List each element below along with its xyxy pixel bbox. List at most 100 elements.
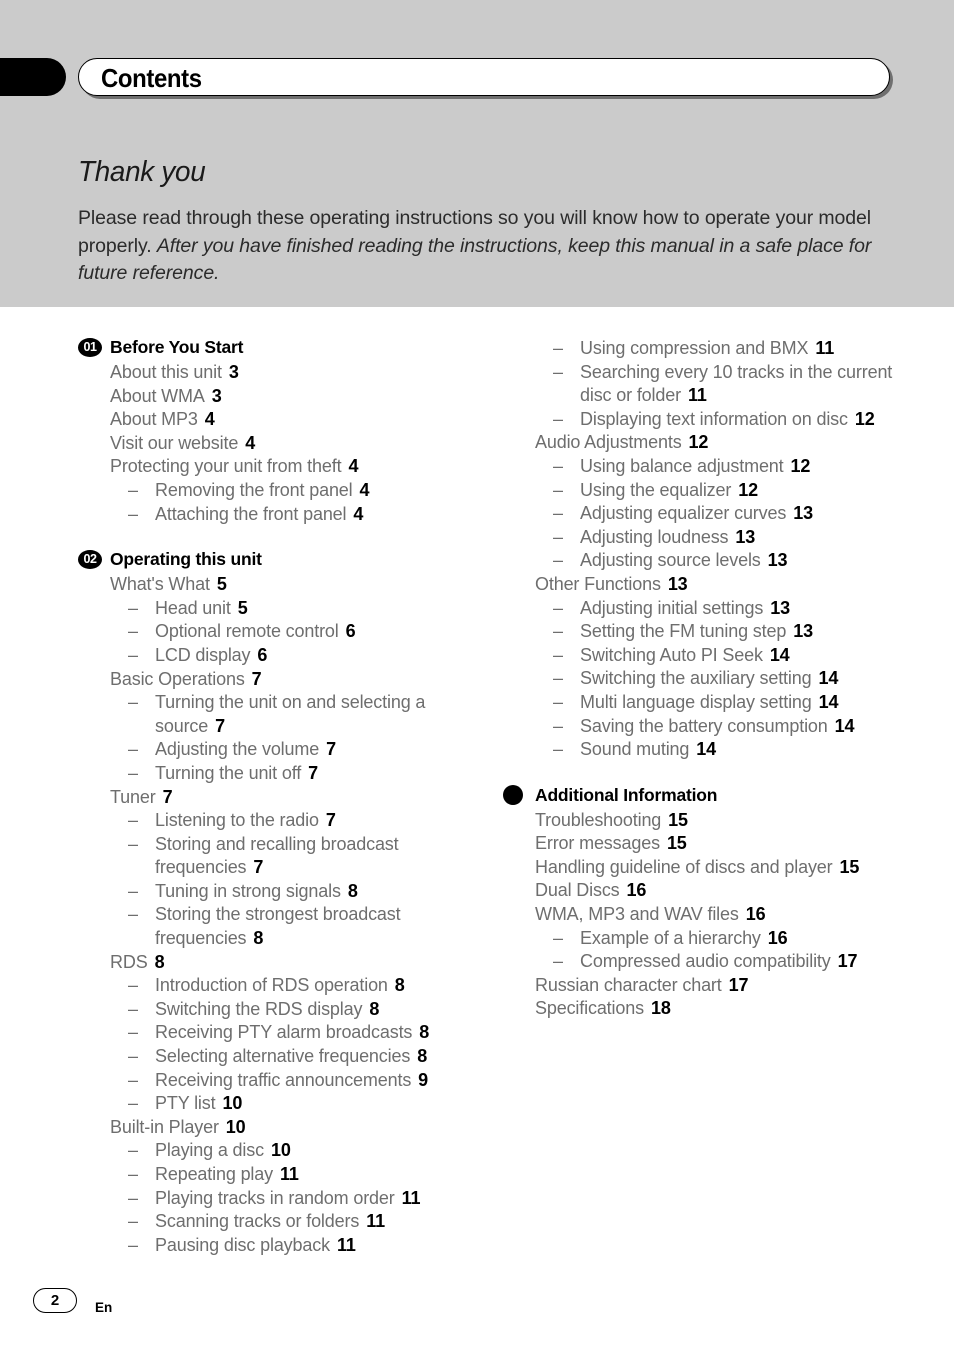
toc-entry[interactable]: Built-in Player 10 bbox=[78, 1116, 478, 1140]
toc-entry[interactable]: Audio Adjustments 12 bbox=[503, 431, 903, 455]
toc-entry-page: 13 bbox=[767, 550, 788, 571]
toc-entry-page: 6 bbox=[257, 644, 268, 665]
toc-entry-label: Tuner bbox=[110, 786, 156, 807]
toc-entry-page: 13 bbox=[793, 503, 813, 524]
toc-entry[interactable]: – Playing a disc 10 bbox=[78, 1139, 478, 1163]
toc-entry-page: 4 bbox=[204, 409, 215, 430]
toc-entry[interactable]: About WMA 3 bbox=[78, 385, 478, 409]
toc-entry[interactable]: WMA, MP3 and WAV files 16 bbox=[503, 903, 903, 927]
toc-entry[interactable]: – Using balance adjustment 12 bbox=[503, 455, 903, 479]
toc-entry[interactable]: Russian character chart 17 bbox=[503, 974, 903, 998]
toc-entry[interactable]: – Switching the RDS display 8 bbox=[78, 998, 478, 1022]
toc-entry[interactable]: About this unit 3 bbox=[78, 361, 478, 385]
toc-entry-page: 13 bbox=[735, 526, 756, 547]
toc-entry[interactable]: – Adjusting equalizer curves 13 bbox=[503, 502, 903, 526]
toc-entry-label: Compressed audio compatibility bbox=[580, 951, 831, 972]
toc-entry[interactable]: RDS 8 bbox=[78, 951, 478, 975]
toc-entry[interactable]: – PTY list 10 bbox=[78, 1092, 478, 1116]
section-number-badge: 02 bbox=[78, 550, 102, 570]
toc-entry[interactable]: – Storing and recalling broadcast frequen… bbox=[78, 833, 478, 880]
toc-entry[interactable]: – Receiving traffic announcements 9 bbox=[78, 1069, 478, 1093]
toc-entry-label: Dual Discs bbox=[535, 880, 620, 901]
section-number-badge: 01 bbox=[78, 338, 102, 357]
toc-entry[interactable]: Visit our website 4 bbox=[78, 432, 478, 456]
toc-entry[interactable]: Tuner 7 bbox=[78, 786, 478, 810]
toc-entry-page: 8 bbox=[419, 1022, 430, 1043]
toc-entry-list: Troubleshooting 15 Error messages 15 Handlin… bbox=[503, 809, 903, 1021]
toc-entry[interactable]: – Listening to the radio 7 bbox=[78, 809, 478, 833]
toc-entry[interactable]: – Attaching the front panel 4 bbox=[78, 503, 478, 527]
toc-entry-label: Storing and recalling broadcast frequenc… bbox=[155, 833, 399, 878]
toc-entry-label: Playing a disc bbox=[155, 1140, 264, 1161]
entry-dash-icon: – bbox=[553, 644, 563, 665]
toc-entry[interactable]: – Using the equalizer 12 bbox=[503, 479, 903, 503]
toc-section-title: Additional Information bbox=[535, 784, 718, 805]
toc-entry-page: 14 bbox=[818, 691, 839, 712]
toc-entry-page: 7 bbox=[308, 762, 318, 783]
toc-entry[interactable]: Other Functions 13 bbox=[503, 573, 903, 597]
toc-entry[interactable]: Error messages 15 bbox=[503, 832, 903, 856]
toc-entry-page: 16 bbox=[767, 927, 788, 948]
toc-entry-label: Audio Adjustments bbox=[535, 432, 682, 453]
page-title: Contents bbox=[101, 63, 202, 93]
toc-entry-page: 8 bbox=[417, 1046, 428, 1067]
toc-entry[interactable]: – Introduction of RDS operation 8 bbox=[78, 974, 478, 998]
toc-entry[interactable]: – Setting the FM tuning step 13 bbox=[503, 620, 903, 644]
left-column: 01 Before You Start About this unit 3 About … bbox=[78, 336, 478, 1257]
toc-entry[interactable]: – Searching every 10 tracks in the curren… bbox=[503, 361, 903, 408]
toc-entry-page: 16 bbox=[626, 880, 647, 901]
toc-entry[interactable]: – Example of a hierarchy 16 bbox=[503, 927, 903, 951]
toc-entry-label: Turning the unit on and selecting a sour… bbox=[155, 692, 426, 736]
toc-entry[interactable]: – Adjusting loudness 13 bbox=[503, 526, 903, 550]
toc-entry[interactable]: – Multi language display setting 14 bbox=[503, 691, 903, 715]
toc-entry-page: 13 bbox=[770, 597, 790, 618]
toc-entry-list: What's What 5– Head unit 5– Optional remote … bbox=[78, 573, 478, 1257]
toc-entry[interactable]: – Sound muting 14 bbox=[503, 738, 903, 762]
toc-entry[interactable]: – Adjusting the volume 7 bbox=[78, 738, 478, 762]
toc-entry[interactable]: – Displaying text information on disc 12 bbox=[503, 408, 903, 432]
entry-dash-icon: – bbox=[128, 1140, 138, 1161]
toc-entry[interactable]: Handling guideline of discs and player 15 bbox=[503, 856, 903, 880]
toc-entry[interactable]: – Head unit 5 bbox=[78, 597, 478, 621]
toc-entry[interactable]: – Playing tracks in random order 11 bbox=[78, 1187, 478, 1211]
toc-entry[interactable]: – Switching the auxiliary setting 14 bbox=[503, 667, 903, 691]
toc-entry[interactable]: Specifications 18 bbox=[503, 997, 903, 1021]
toc-entry-page: 15 bbox=[839, 856, 860, 877]
toc-entry[interactable]: – Turning the unit on and selecting a sou… bbox=[78, 691, 478, 738]
entry-dash-icon: – bbox=[128, 1046, 138, 1067]
toc-entry[interactable]: Troubleshooting 15 bbox=[503, 809, 903, 833]
toc-entry[interactable]: – LCD display 6 bbox=[78, 644, 478, 668]
toc-entry-page: 3 bbox=[211, 385, 222, 406]
toc-entry-page: 7 bbox=[162, 786, 173, 807]
toc-entry[interactable]: – Receiving PTY alarm broadcasts 8 bbox=[78, 1021, 478, 1045]
entry-dash-icon: – bbox=[128, 692, 138, 713]
toc-entry[interactable]: – Selecting alternative frequencies 8 bbox=[78, 1045, 478, 1069]
toc-entry-label: Protecting your unit from theft bbox=[110, 456, 342, 477]
toc-entry[interactable]: – Repeating play 11 bbox=[78, 1163, 478, 1187]
toc-entry[interactable]: – Tuning in strong signals 8 bbox=[78, 880, 478, 904]
entry-dash-icon: – bbox=[553, 503, 563, 524]
toc-entry[interactable]: – Optional remote control 6 bbox=[78, 620, 478, 644]
toc-entry[interactable]: What's What 5 bbox=[78, 573, 478, 597]
toc-entry[interactable]: – Saving the battery consumption 14 bbox=[503, 715, 903, 739]
toc-entry[interactable]: – Switching Auto PI Seek 14 bbox=[503, 644, 903, 668]
toc-entry[interactable]: – Storing the strongest broadcast frequen… bbox=[78, 903, 478, 950]
toc-entry[interactable]: – Using compression and BMX 11 bbox=[503, 337, 903, 361]
toc-entry-page: 14 bbox=[696, 739, 717, 760]
toc-entry[interactable]: – Turning the unit off 7 bbox=[78, 762, 478, 786]
toc-entry-label: WMA, MP3 and WAV files bbox=[535, 904, 739, 925]
toc-entry[interactable]: – Pausing disc playback 11 bbox=[78, 1234, 478, 1258]
section-bullet-icon bbox=[503, 784, 523, 805]
toc-entry[interactable]: – Scanning tracks or folders 11 bbox=[78, 1210, 478, 1234]
toc-entry-list: – Using compression and BMX 11– Searching e… bbox=[503, 337, 903, 762]
toc-entry[interactable]: About MP3 4 bbox=[78, 408, 478, 432]
toc-entry[interactable]: Dual Discs 16 bbox=[503, 879, 903, 903]
toc-entry[interactable]: – Compressed audio compatibility 17 bbox=[503, 950, 903, 974]
toc-entry[interactable]: – Adjusting initial settings 13 bbox=[503, 597, 903, 621]
toc-entry[interactable]: – Removing the front panel 4 bbox=[78, 479, 478, 503]
toc-entry[interactable]: Protecting your unit from theft 4 bbox=[78, 455, 478, 479]
toc-entry-page: 12 bbox=[790, 455, 811, 476]
toc-entry[interactable]: – Adjusting source levels 13 bbox=[503, 549, 903, 573]
toc-entry[interactable]: Basic Operations 7 bbox=[78, 668, 478, 692]
contents-title-pill: Contents bbox=[78, 58, 890, 96]
